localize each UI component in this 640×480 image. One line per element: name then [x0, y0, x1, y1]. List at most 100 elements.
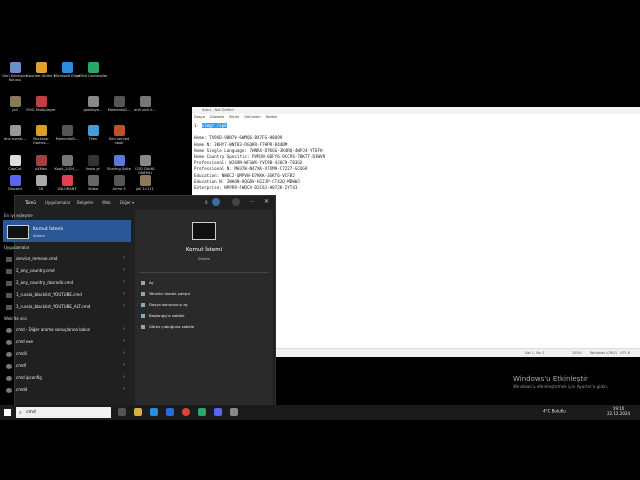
search-icon — [6, 375, 12, 381]
web-result-label: cmd - Diğer arama sonuçlarına bakın — [16, 327, 91, 332]
desktop-icon-label: jail 11111 — [136, 187, 154, 191]
best-match-item[interactable]: Komut İstemi Sistem — [3, 220, 131, 242]
app-icon — [113, 125, 125, 136]
profile-icon[interactable] — [232, 198, 240, 206]
cmd-large-icon — [192, 222, 216, 240]
rewards-icon[interactable] — [212, 198, 220, 206]
notepad-icon[interactable] — [230, 408, 238, 416]
tab-all[interactable]: Tümü — [25, 200, 36, 205]
desktop-icon[interactable]: jail 11111 — [130, 175, 160, 191]
menu-edit[interactable]: Düzenle — [210, 115, 224, 119]
desktop-icon-label: ROG Multiplayer — [26, 108, 56, 112]
chevron-right-icon: › — [123, 291, 125, 297]
activation-watermark-title: Windows'u Etkinleştir — [513, 375, 588, 383]
app-icon — [9, 62, 21, 73]
file-icon — [6, 280, 12, 286]
action-pin-start[interactable]: Başlangıç'a sabitle — [141, 313, 184, 318]
chevron-right-icon: › — [123, 350, 125, 356]
web-result[interactable]: cmd - Diğer arama sonuçlarına bakın › — [3, 324, 131, 335]
chevron-right-icon: › — [123, 326, 125, 332]
menu-file[interactable]: Dosya — [194, 115, 205, 119]
app-icon — [139, 155, 151, 166]
desktop-icon[interactable]: IObit Uninstaller — [78, 62, 108, 78]
desktop-icon[interactable]: COD DAHIL ONEMLI — [130, 155, 160, 175]
pin-icon — [141, 314, 145, 318]
action-label: Görev çubuğuna sabitle — [149, 324, 195, 329]
web-result[interactable]: cmd exe › — [3, 336, 131, 347]
close-icon[interactable]: ✕ — [264, 198, 269, 205]
app-result-label: 1_russia_blacklist_YOUTUBE.cmd — [16, 292, 82, 297]
best-match-title: Komut İstemi — [33, 227, 64, 232]
edge-icon[interactable] — [150, 408, 158, 416]
divider — [139, 272, 269, 273]
action-open[interactable]: Aç — [141, 280, 154, 285]
rewards-badge: 0 — [205, 200, 208, 205]
app-result[interactable]: 2_any_country.cmd › — [3, 265, 131, 276]
app-icon — [9, 175, 21, 186]
action-open-location[interactable]: Dosya konumunu aç — [141, 302, 188, 307]
web-result[interactable]: cmd ipconfig › — [3, 372, 131, 383]
task-view-icon[interactable] — [118, 408, 126, 416]
app-icon — [9, 96, 21, 107]
file-icon — [6, 256, 12, 262]
web-result[interactable]: cmdli › — [3, 348, 131, 359]
search-icon — [6, 327, 12, 333]
search-icon: ⌕ — [19, 410, 22, 416]
best-match-subtitle: Sistem — [33, 234, 45, 238]
menu-help[interactable]: Yardım — [266, 115, 278, 119]
chevron-right-icon: › — [123, 374, 125, 380]
search-value: cmd — [26, 410, 36, 415]
app-result[interactable]: 1_russia_blacklist_YOUTUBE_ALT.cmd › — [3, 301, 131, 312]
best-match-header: En iyi eşleşme — [4, 213, 33, 218]
app-icon — [113, 155, 125, 166]
chevron-right-icon: › — [123, 279, 125, 285]
app-result[interactable]: 2_any_country_dosredir.cmd › — [3, 277, 131, 288]
action-run-as-admin[interactable]: Yönetici olarak çalıştır — [141, 291, 190, 296]
desktop-icon-label: Dev served nook — [108, 137, 130, 145]
apps-header: Uygulamalar — [4, 245, 30, 250]
app-icon[interactable] — [198, 408, 206, 416]
weather[interactable]: 4°C Bulutlu — [543, 409, 566, 414]
more-options-icon[interactable]: ⋯ — [250, 199, 255, 205]
chevron-right-icon: › — [123, 267, 125, 273]
action-pin-taskbar[interactable]: Görev çubuğuna sabitle — [141, 324, 194, 329]
menu-format[interactable]: Biçim — [229, 115, 239, 119]
app-result-label: 2_any_country_dosredir.cmd — [16, 280, 74, 285]
notepad-menu-bar: Dosya Düzenle Biçim Görünüm Yardım — [192, 114, 640, 120]
menu-view[interactable]: Görünüm — [244, 115, 260, 119]
clock-date[interactable]: 22.12.2024 — [607, 411, 630, 416]
taskbar-search-input[interactable]: ⌕ cmd — [16, 407, 111, 418]
chevron-right-icon: › — [123, 338, 125, 344]
web-result-label: cmdli — [16, 351, 27, 356]
notepad-text-area[interactable]: 1- slmgr /ipk Home: TX9XD-98N7V-6WMQ6-BX… — [194, 123, 325, 191]
file-explorer-icon[interactable] — [134, 408, 142, 416]
web-result-label: cmdd — [16, 387, 28, 392]
app-result-label: service_remove.cmd — [16, 256, 58, 261]
tab-documents[interactable]: Belgeler — [77, 200, 94, 205]
tab-web[interactable]: Web — [102, 200, 111, 205]
app-icon — [87, 155, 99, 166]
chevron-right-icon: › — [123, 362, 125, 368]
app-result[interactable]: service_remove.cmd › — [3, 253, 131, 264]
app-result[interactable]: 1_russia_blacklist_YOUTUBE.cmd › — [3, 289, 131, 300]
app-result-label: 1_russia_blacklist_YOUTUBE_ALT.cmd — [16, 304, 91, 309]
web-result[interactable]: cmdd › — [3, 384, 131, 395]
desktop-icon[interactable]: anlt sizlr k... — [130, 96, 160, 112]
desktop-icon[interactable]: Dev served nook — [104, 125, 134, 145]
app-icon — [87, 125, 99, 136]
app-icon[interactable] — [166, 408, 174, 416]
tab-apps[interactable]: Uygulamalar — [45, 200, 71, 205]
windows-start-icon[interactable] — [4, 409, 11, 416]
tab-more[interactable]: Diğer ▾ — [120, 200, 134, 205]
activation-watermark-subtitle: Windows'u etkinleştirmek için Ayarlar'a … — [513, 384, 609, 389]
desktop-icon[interactable]: ROG Multiplayer — [26, 96, 56, 112]
app-icon — [61, 175, 73, 186]
app-icon — [61, 62, 73, 73]
discord-icon[interactable] — [214, 408, 222, 416]
app-icon — [9, 125, 21, 136]
chevron-right-icon: › — [123, 303, 125, 309]
app-icon — [87, 62, 99, 73]
chrome-icon[interactable] — [182, 408, 190, 416]
app-icon — [87, 96, 99, 107]
web-result[interactable]: cmdf › — [3, 360, 131, 371]
